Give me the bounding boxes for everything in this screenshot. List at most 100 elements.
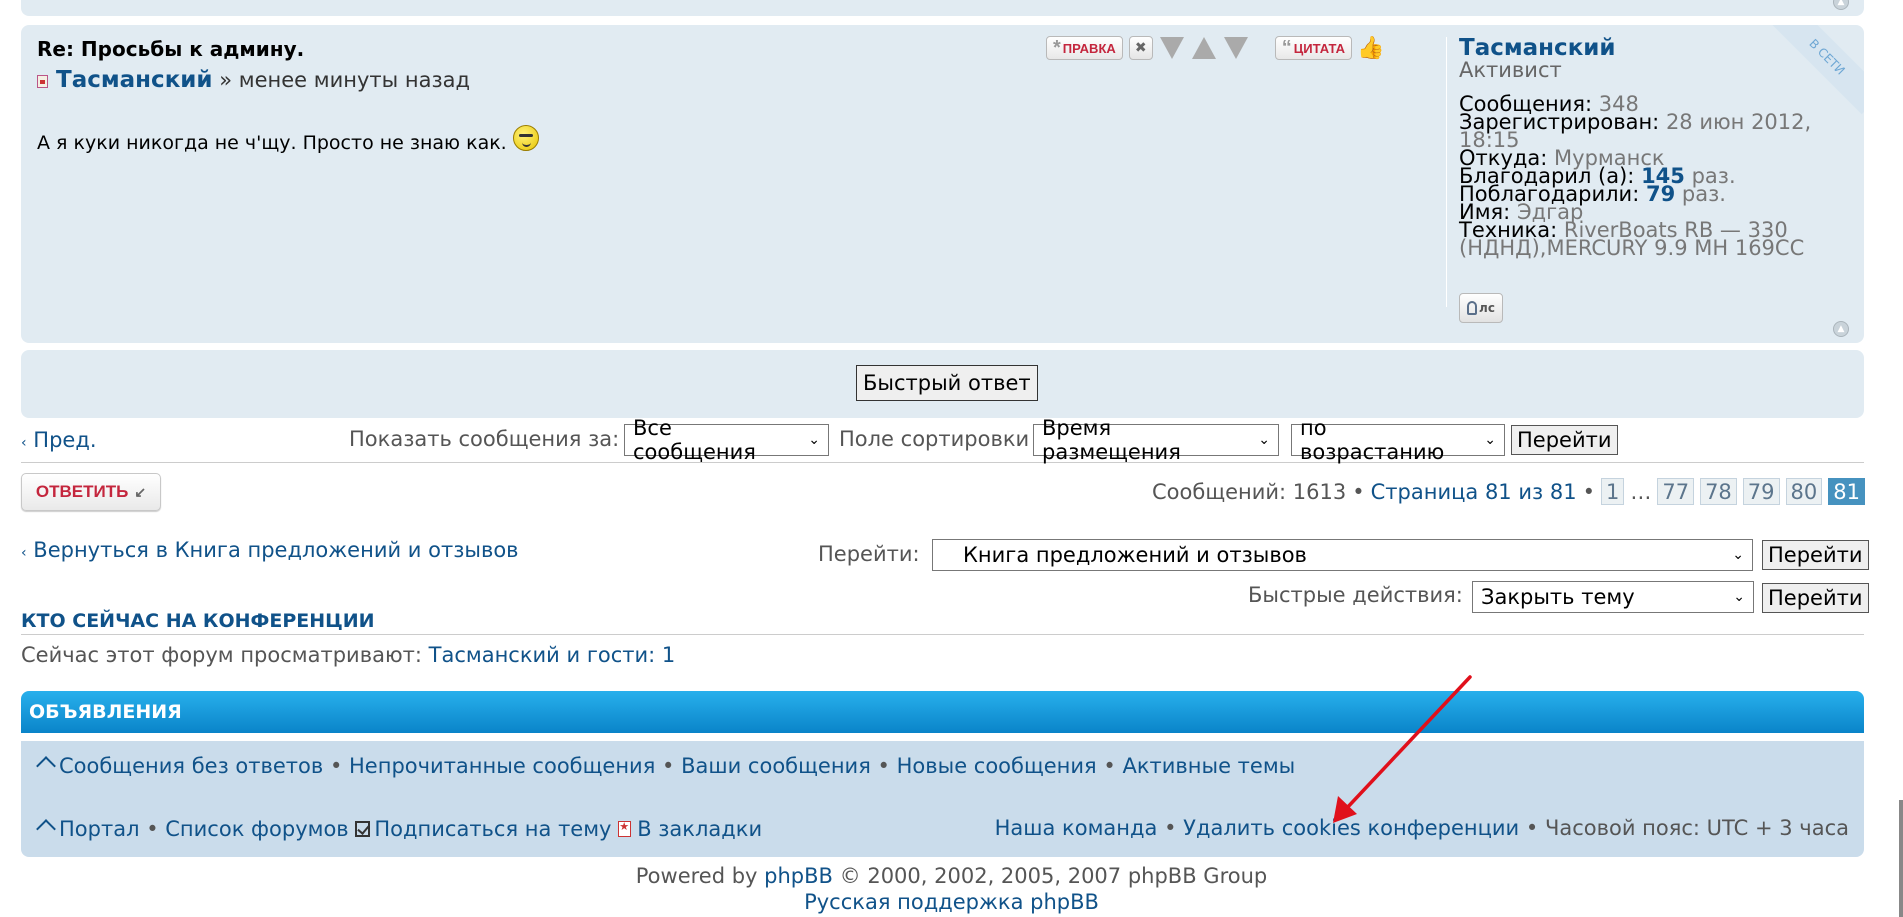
delete-icon[interactable]: ✖ [1128,36,1153,60]
pm-button[interactable]: лс [1459,293,1503,323]
separator: • [1582,479,1595,504]
jumpbox-select[interactable]: Книга предложений и отзывов ⌄ [932,539,1753,571]
nav-links-row: Портал • Список форумов Подписаться на т… [37,817,762,841]
thanks-icon[interactable]: 👍 [1357,35,1384,61]
select-value: Все сообщения [633,416,756,464]
edit-label: ПРАВКА [1062,40,1116,56]
back-to-forum-link[interactable]: ‹ Вернуться в Книга предложений и отзыво… [21,538,519,562]
page-link-80[interactable]: 80 [1785,478,1823,505]
sort-direction-select[interactable]: по возрастанию ⌄ [1291,416,1505,464]
viewers-line: Сейчас этот форум просматривают: Тасманс… [21,643,675,667]
back-to-top-icon[interactable]: ▲ [1833,321,1849,337]
post-buttons: * ПРАВКА ✖ “ЦИТАТА 👍 [1046,35,1385,61]
page-current-81: 81 [1828,478,1865,505]
unread-link[interactable]: Непрочитанные сообщения [349,754,655,778]
report-icon[interactable] [1159,35,1185,61]
post-time-separator: » [212,68,239,92]
active-topics-link[interactable]: Активные темы [1122,754,1295,778]
quick-actions-select[interactable]: Закрыть тему ⌄ [1472,581,1754,613]
suffix: раз. [1681,182,1726,206]
pagination: Сообщений: 1613 • Страница 81 из 81 • 1 … [1152,478,1865,505]
viewer-user-link[interactable]: Тасманский [429,643,560,667]
show-days-select[interactable]: Все сообщения ⌄ [624,416,829,464]
copyright-line: Powered by phpBB © 2000, 2002, 2005, 200… [0,864,1903,888]
post-link-icon[interactable] [37,75,48,88]
edit-button[interactable]: * ПРАВКА [1046,36,1123,60]
quote-button[interactable]: “ЦИТАТА [1274,36,1352,60]
profile-gear: Техника: RiverBoats RB — 330 (НДНД),MERC… [1459,220,1846,259]
page-link-78[interactable]: 78 [1700,478,1737,505]
subscribe-icon [355,821,371,837]
your-posts-link[interactable]: Ваши сообщения [681,754,871,778]
quick-actions-go-button[interactable]: Перейти [1762,583,1869,613]
value[interactable]: 79 [1646,182,1675,206]
delete-cookies-link[interactable]: Удалить cookies конференции [1183,816,1519,840]
russian-support-link[interactable]: Русская поддержка phpBB [804,890,1099,914]
team-link[interactable]: Наша команда [995,816,1158,840]
warning-icon[interactable] [1191,35,1217,61]
post-text: А я куки никогда не ч'щу. Просто не знаю… [37,132,507,154]
phpbb-link[interactable]: phpBB [764,864,833,888]
forum-index-link[interactable]: Список форумов [165,817,348,841]
select-value: Закрыть тему [1481,585,1635,609]
home-icon [37,819,55,837]
pm-label: лс [1479,301,1495,315]
new-posts-link[interactable]: Новые сообщения [897,754,1097,778]
portal-link[interactable]: Портал [59,817,140,841]
unanswered-link[interactable]: Сообщения без ответов [59,754,323,778]
jump-label: Перейти: [818,542,920,566]
post-time: менее минуты назад [238,68,471,92]
prev-label: Пред. [33,428,97,452]
quote-mark-icon: “ [1281,37,1292,59]
scrollbar-thumb[interactable] [1899,800,1903,917]
timezone-text: Часовой пояс: UTC + 3 часа [1544,816,1849,840]
footer-links-row: Наша команда • Удалить cookies конференц… [995,816,1849,840]
post-meta: Тасманский » менее минуты назад [37,67,470,93]
sort-key-select[interactable]: Время размещения ⌄ [1033,416,1279,464]
select-value: по возрастанию [1300,416,1445,464]
bookmark-topic-link[interactable]: В закладки [637,817,762,841]
separator: • [1352,479,1365,504]
separator: • [1164,816,1177,840]
page-link-77[interactable]: 77 [1657,478,1695,505]
separator: • [1525,816,1539,840]
page-text[interactable]: Страница 81 из 81 [1371,480,1577,504]
quote-label: ЦИТАТА [1293,40,1345,56]
page-ellipsis: … [1630,479,1652,504]
separator: • [146,817,159,841]
previous-post-bottom [21,0,1864,16]
post-count: Сообщений: 1613 [1152,479,1347,504]
chevron-down-icon: ⌄ [1258,432,1270,448]
show-label: Показать сообщения за: [349,427,620,451]
page-link-1[interactable]: 1 [1600,478,1625,505]
prev-topic-link[interactable]: ‹ Пред. [21,428,97,452]
separator: • [329,754,343,778]
bookmark-icon [618,820,632,837]
jump-go-button[interactable]: Перейти [1762,540,1869,570]
who-is-online-title: КТО СЕЙЧАС НА КОНФЕРЕНЦИИ [21,610,1864,635]
user-icon [1467,301,1478,315]
chevron-left-icon: ‹ [21,545,27,561]
quick-links-row: Сообщения без ответов • Непрочитанные со… [37,754,1295,778]
post-profile: Тасманский Активист Сообщения: 348 Зарег… [1446,37,1846,323]
quick-reply-panel: Быстрый ответ [21,350,1864,418]
profile-joined: Зарегистрирован: 28 июн 2012, 18:15 [1459,112,1846,151]
quick-reply-button[interactable]: Быстрый ответ [856,365,1038,401]
post-title[interactable]: Re: Просьбы к админу. [37,37,304,61]
subscribe-topic-link[interactable]: Подписаться на тему [374,817,611,841]
sort-go-button[interactable]: Перейти [1511,425,1618,455]
post-reply-button[interactable]: ОТВЕТИТЬ ↙ [21,473,161,511]
copyright-text: © 2000, 2002, 2005, 2007 phpBB Group [839,864,1268,888]
profile-rank: Активист [1459,58,1562,82]
sort-label: Поле сортировки [839,427,1030,451]
select-value: Время размещения [1042,416,1181,464]
page-link-79[interactable]: 79 [1742,478,1780,505]
announcements-header: ОБЪЯВЛЕНИЯ [21,691,1864,733]
separator: • [662,754,675,778]
asterisk-icon: * [1053,37,1061,59]
info-icon[interactable] [1223,35,1249,61]
chevron-down-icon: ⌄ [1733,589,1745,605]
post-author[interactable]: Тасманский [56,67,213,93]
viewers-text: Сейчас этот форум просматривают: [21,643,422,667]
reply-label: ОТВЕТИТЬ [35,482,129,501]
